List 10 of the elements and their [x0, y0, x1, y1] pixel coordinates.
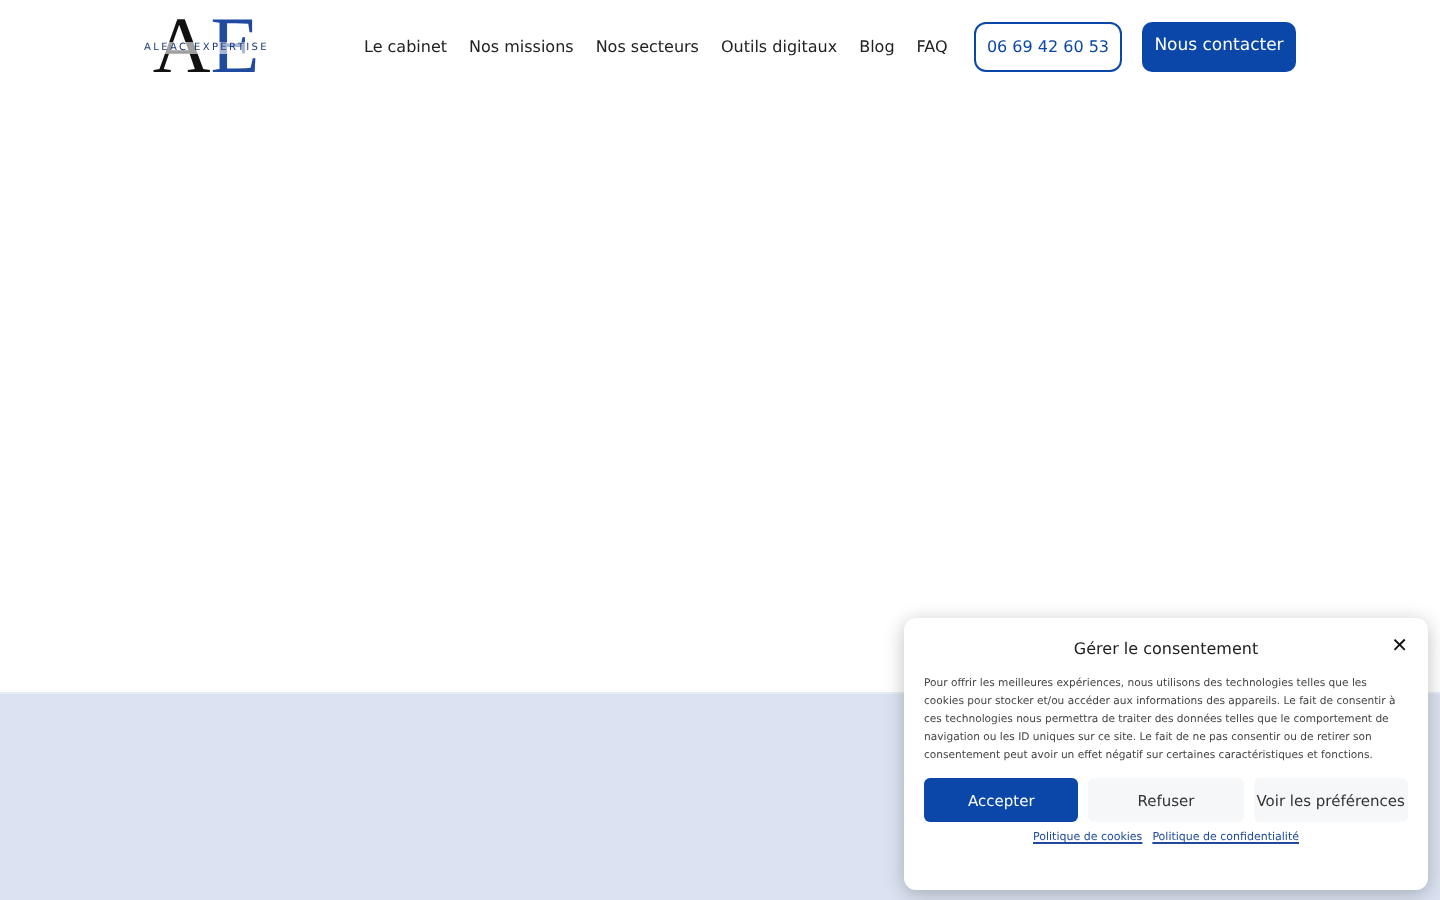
nav-link[interactable]: Nos secteurs — [595, 37, 699, 55]
phone-button[interactable]: 06 69 42 60 53 — [974, 21, 1122, 71]
nav-link[interactable]: Outils digitaux — [720, 37, 838, 55]
nav-link[interactable]: Blog — [859, 37, 895, 55]
nav-link[interactable]: FAQ — [916, 37, 948, 55]
contact-button[interactable]: Nous contacter — [1142, 21, 1296, 71]
dialog-title: Gérer le consentement — [1073, 639, 1259, 657]
nav-link[interactable]: Le cabinet — [364, 37, 448, 55]
close-button[interactable]: ✕ — [1391, 636, 1408, 658]
nav-link[interactable]: Nos missions — [469, 37, 574, 55]
